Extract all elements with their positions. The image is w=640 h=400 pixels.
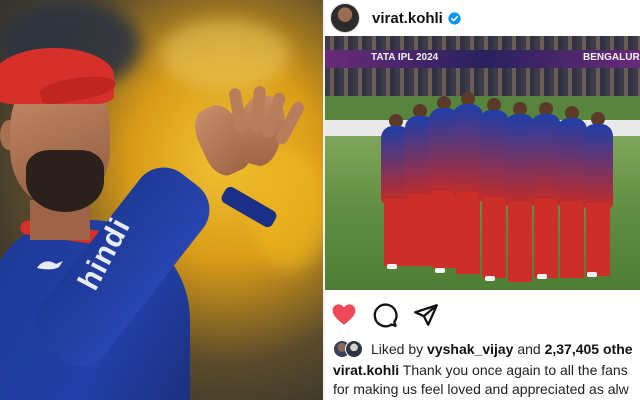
likes-row[interactable]: Liked by vyshak_vijay and 2,37,405 othe [333,339,633,359]
player-beard [26,150,104,212]
post-header: virat.kohli [325,0,640,36]
likes-count[interactable]: 2,37,405 [545,341,600,357]
stadium-banner: TATA IPL 2024 BENGALURU [325,50,640,68]
heart-icon[interactable] [331,302,357,328]
banner-text-right: BENGALURU [583,52,640,63]
puma-logo-icon [37,261,63,270]
player-figure [583,112,613,276]
player-shoe [387,264,397,269]
liked-suffix[interactable]: othe [603,341,633,357]
background-bokeh [160,20,290,90]
share-icon[interactable] [413,302,439,328]
player-shoe [435,268,445,273]
avatar [345,340,363,358]
liked-username[interactable]: vyshak_vijay [427,341,513,357]
player-shoe [485,276,495,281]
caption-username[interactable]: virat.kohli [333,362,399,378]
liked-avatars [333,339,363,359]
post-username[interactable]: virat.kohli [372,10,443,27]
post-image[interactable]: TATA IPL 2024 BENGALURU [325,36,640,290]
liked-prefix: Liked by [371,341,424,357]
player-shoe [587,272,597,277]
caption-line-2: for making us feel loved and appreciated… [333,381,629,397]
post-caption: virat.kohli Thank you once again to all … [333,361,640,399]
avatar[interactable] [330,3,360,33]
left-photo: hindi [0,0,323,400]
verified-badge-icon [448,11,461,25]
likes-text: Liked by vyshak_vijay and 2,37,405 othe [371,341,633,357]
comment-icon[interactable] [372,302,398,328]
player-shoe [537,274,547,279]
post-actions [325,290,640,336]
liked-and: and [517,341,541,357]
banner-text-left: TATA IPL 2024 [371,52,439,63]
caption-line-1: Thank you once again to all the fans [402,362,628,378]
instagram-post: virat.kohli TATA IPL 2024 BENGALURU [323,0,640,400]
jersey-brand-logo [36,258,72,274]
